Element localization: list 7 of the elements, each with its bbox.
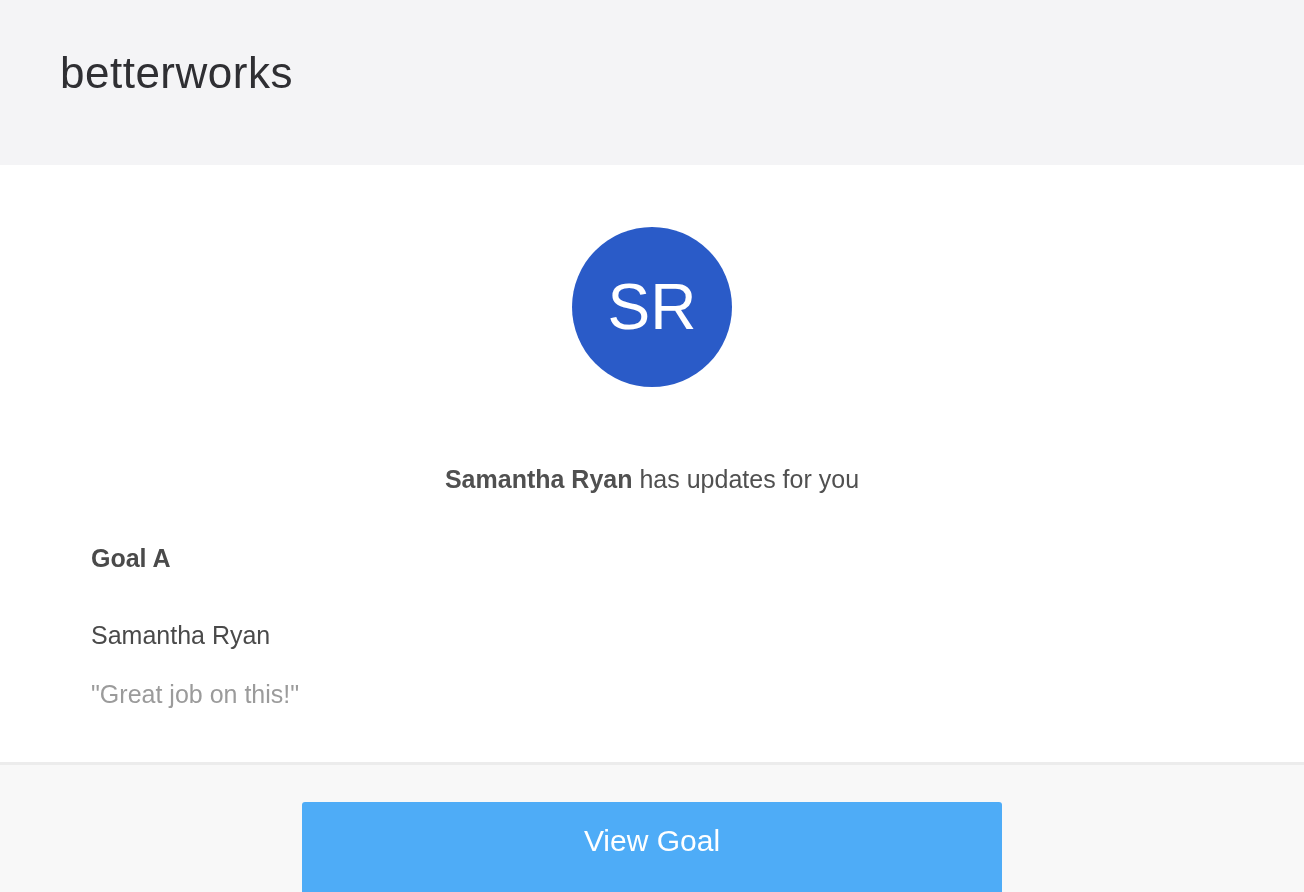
- goal-title: Goal A: [91, 544, 172, 573]
- logo: betterworks: [60, 47, 293, 98]
- view-goal-button[interactable]: View Goal: [302, 802, 1002, 892]
- author-name: Samantha Ryan: [91, 621, 272, 650]
- avatar: SR: [572, 227, 732, 387]
- headline: Samantha Ryan has updates for you: [444, 465, 860, 494]
- comment-text: "Great job on this!": [91, 680, 301, 709]
